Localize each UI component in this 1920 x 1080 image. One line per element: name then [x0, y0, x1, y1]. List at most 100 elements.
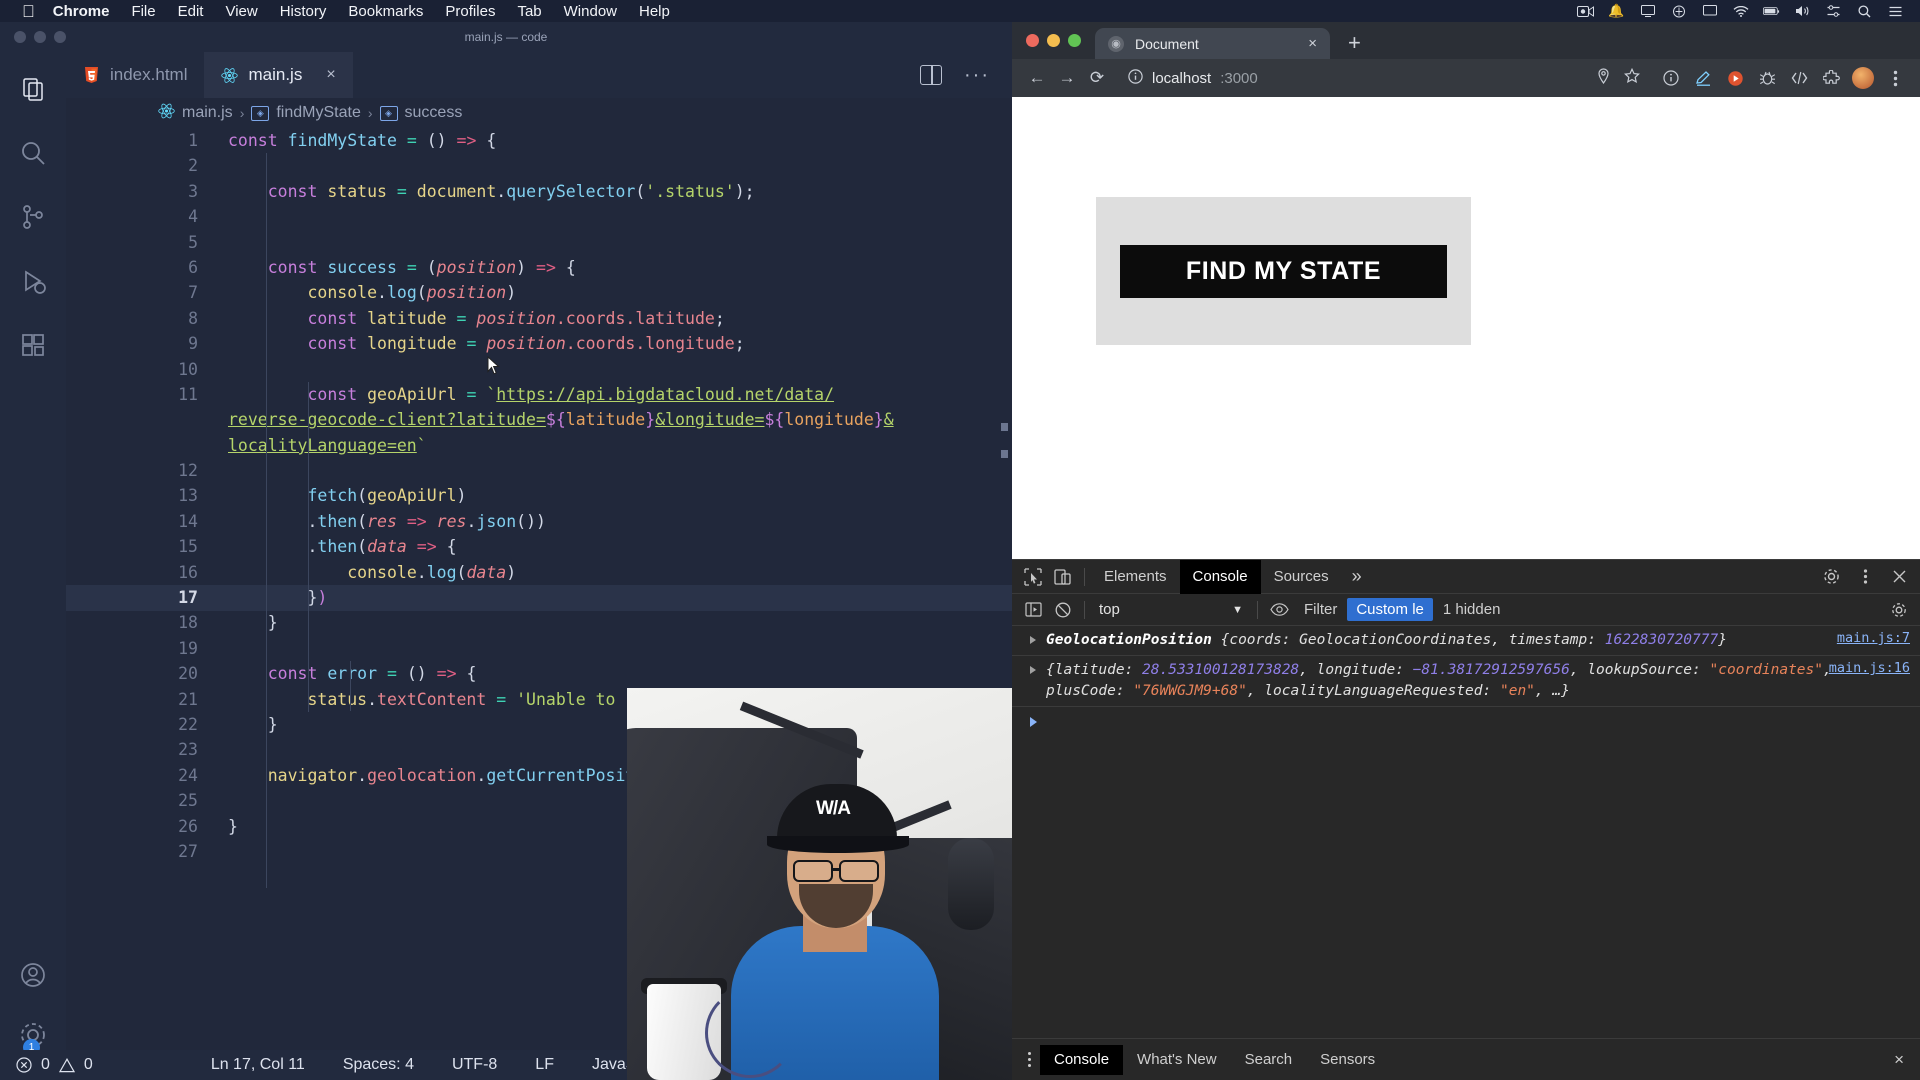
menubar-item-tab[interactable]: Tab — [517, 3, 541, 20]
code-line[interactable]: const success = (position) => { — [228, 255, 1012, 280]
drawer-tab-whats-new[interactable]: What's New — [1123, 1045, 1231, 1075]
volume-icon[interactable] — [1794, 4, 1811, 19]
maximize-window-button[interactable] — [1068, 34, 1081, 47]
encoding[interactable]: UTF-8 — [452, 1056, 497, 1074]
search-icon[interactable] — [16, 136, 50, 170]
split-editor-icon[interactable] — [920, 65, 943, 85]
live-expression-icon[interactable] — [1264, 597, 1294, 623]
edit-pen-icon[interactable] — [1688, 63, 1718, 93]
search-icon[interactable] — [1856, 4, 1873, 19]
devtools-tab-sources[interactable]: Sources — [1261, 560, 1342, 594]
menubar-item-window[interactable]: Window — [564, 3, 617, 20]
sidebar-toggle-icon[interactable] — [1018, 597, 1048, 623]
drawer-tab-sensors[interactable]: Sensors — [1306, 1045, 1389, 1075]
end-of-line[interactable]: LF — [535, 1056, 554, 1074]
menubar-item-bookmarks[interactable]: Bookmarks — [348, 3, 423, 20]
code-line[interactable]: fetch(geoApiUrl) — [228, 483, 1012, 508]
bell-icon[interactable]: 🔔 — [1608, 3, 1625, 19]
drawer-tab-console[interactable]: Console — [1040, 1044, 1124, 1075]
devtools-tab-console[interactable]: Console — [1179, 559, 1261, 594]
log-level-select[interactable]: Custom le — [1347, 598, 1433, 621]
info-circle-icon[interactable] — [1128, 68, 1143, 88]
console-log-entry[interactable]: main.js:7 GeolocationPosition {coords: Ge… — [1012, 626, 1920, 656]
code-line[interactable] — [228, 153, 1012, 178]
error-icon[interactable] — [16, 1057, 32, 1073]
code-line[interactable] — [228, 636, 1012, 661]
menubar-item-profiles[interactable]: Profiles — [445, 3, 495, 20]
close-icon[interactable]: × — [1308, 35, 1317, 52]
console-output[interactable]: main.js:7 GeolocationPosition {coords: Ge… — [1012, 626, 1920, 1038]
breadcrumb-item-findmystate[interactable]: findMyState — [276, 104, 360, 122]
device-toolbar-icon[interactable] — [1048, 564, 1078, 590]
clear-console-icon[interactable] — [1048, 597, 1078, 623]
code-line[interactable]: const findMyState = () => { — [228, 128, 1012, 153]
chrome-window-controls[interactable] — [1026, 22, 1095, 59]
bug-icon[interactable] — [1752, 63, 1782, 93]
close-window-button[interactable] — [1026, 34, 1039, 47]
expand-triangle-icon[interactable] — [1030, 636, 1036, 644]
code-line[interactable] — [228, 204, 1012, 229]
filter-input[interactable]: Filter — [1294, 599, 1347, 620]
control-center-icon[interactable] — [1825, 4, 1842, 19]
web-page-viewport[interactable]: FIND MY STATE — [1012, 97, 1920, 559]
console-prompt[interactable] — [1012, 707, 1920, 727]
inspect-element-icon[interactable] — [1018, 564, 1048, 590]
menubar-item-chrome[interactable]: Chrome — [53, 3, 110, 20]
tab-index-html[interactable]: index.html — [66, 52, 205, 98]
code-line[interactable]: const error = () => { — [228, 661, 1012, 686]
back-button[interactable]: ← — [1022, 63, 1052, 93]
minimize-window-button[interactable] — [1047, 34, 1060, 47]
close-icon[interactable] — [1884, 564, 1914, 590]
explorer-icon[interactable] — [16, 72, 50, 106]
browser-tab-document[interactable]: ◉ Document × — [1095, 28, 1330, 59]
extensions-icon[interactable] — [16, 328, 50, 362]
kebab-menu-icon[interactable] — [1880, 63, 1910, 93]
accounts-icon[interactable] — [16, 958, 50, 992]
list-icon[interactable] — [1887, 4, 1904, 19]
kebab-menu-icon[interactable] — [1850, 564, 1880, 590]
run-debug-icon[interactable] — [16, 264, 50, 298]
code-line[interactable]: const status = document.querySelector('.… — [228, 179, 1012, 204]
menubar-item-view[interactable]: View — [225, 3, 257, 20]
console-settings-gear-icon[interactable] — [1884, 597, 1914, 623]
settings-gear-icon[interactable] — [1816, 564, 1846, 590]
code-line[interactable]: }) — [228, 585, 1012, 610]
code-line[interactable]: reverse-geocode-client?latitude=${latitu… — [228, 407, 1012, 432]
code-line[interactable]: } — [228, 610, 1012, 635]
code-line[interactable] — [228, 230, 1012, 255]
puzzle-icon[interactable] — [1816, 63, 1846, 93]
console-log-entry[interactable]: main.js:16 {latitude: 28.533100128173828,… — [1012, 656, 1920, 707]
source-control-icon[interactable] — [16, 200, 50, 234]
display-icon[interactable] — [1701, 4, 1718, 19]
devtools-tab-elements[interactable]: Elements — [1091, 560, 1180, 594]
breadcrumb-item-success[interactable]: success — [405, 104, 463, 122]
more-panels-icon[interactable]: » — [1342, 566, 1372, 587]
more-actions-icon[interactable]: ··· — [964, 65, 990, 85]
apple-logo-icon[interactable]:  — [22, 3, 35, 20]
address-bar[interactable]: localhost:3000 — [1118, 64, 1650, 92]
forward-button[interactable]: → — [1052, 63, 1082, 93]
menubar-item-edit[interactable]: Edit — [178, 3, 204, 20]
menubar-item-help[interactable]: Help — [639, 3, 670, 20]
code-line[interactable]: const longitude = position.coords.longit… — [228, 331, 1012, 356]
location-pin-icon[interactable] — [1597, 68, 1610, 88]
find-my-state-button[interactable]: FIND MY STATE — [1120, 244, 1447, 298]
star-icon[interactable] — [1624, 67, 1640, 88]
info-icon[interactable] — [1656, 63, 1686, 93]
screen-share-icon[interactable] — [1639, 4, 1656, 19]
menubar-item-file[interactable]: File — [131, 3, 155, 20]
battery-icon[interactable] — [1763, 4, 1780, 19]
devtools-icon[interactable] — [1784, 63, 1814, 93]
cursor-position[interactable]: Ln 17, Col 11 — [211, 1056, 305, 1074]
close-icon[interactable]: × — [326, 67, 335, 83]
code-line[interactable]: localityLanguage=en` — [228, 433, 1012, 458]
avatar[interactable] — [1848, 63, 1878, 93]
code-line[interactable]: .then(data => { — [228, 534, 1012, 559]
code-line[interactable]: const geoApiUrl = `https://api.bigdatacl… — [228, 382, 1012, 407]
close-icon[interactable]: × — [1894, 1050, 1914, 1070]
reload-button[interactable]: ⟳ — [1082, 63, 1112, 93]
code-line[interactable] — [228, 357, 1012, 382]
code-line[interactable]: console.log(position) — [228, 280, 1012, 305]
breadcrumb-item-file[interactable]: main.js — [182, 104, 233, 122]
code-line[interactable]: const latitude = position.coords.latitud… — [228, 306, 1012, 331]
